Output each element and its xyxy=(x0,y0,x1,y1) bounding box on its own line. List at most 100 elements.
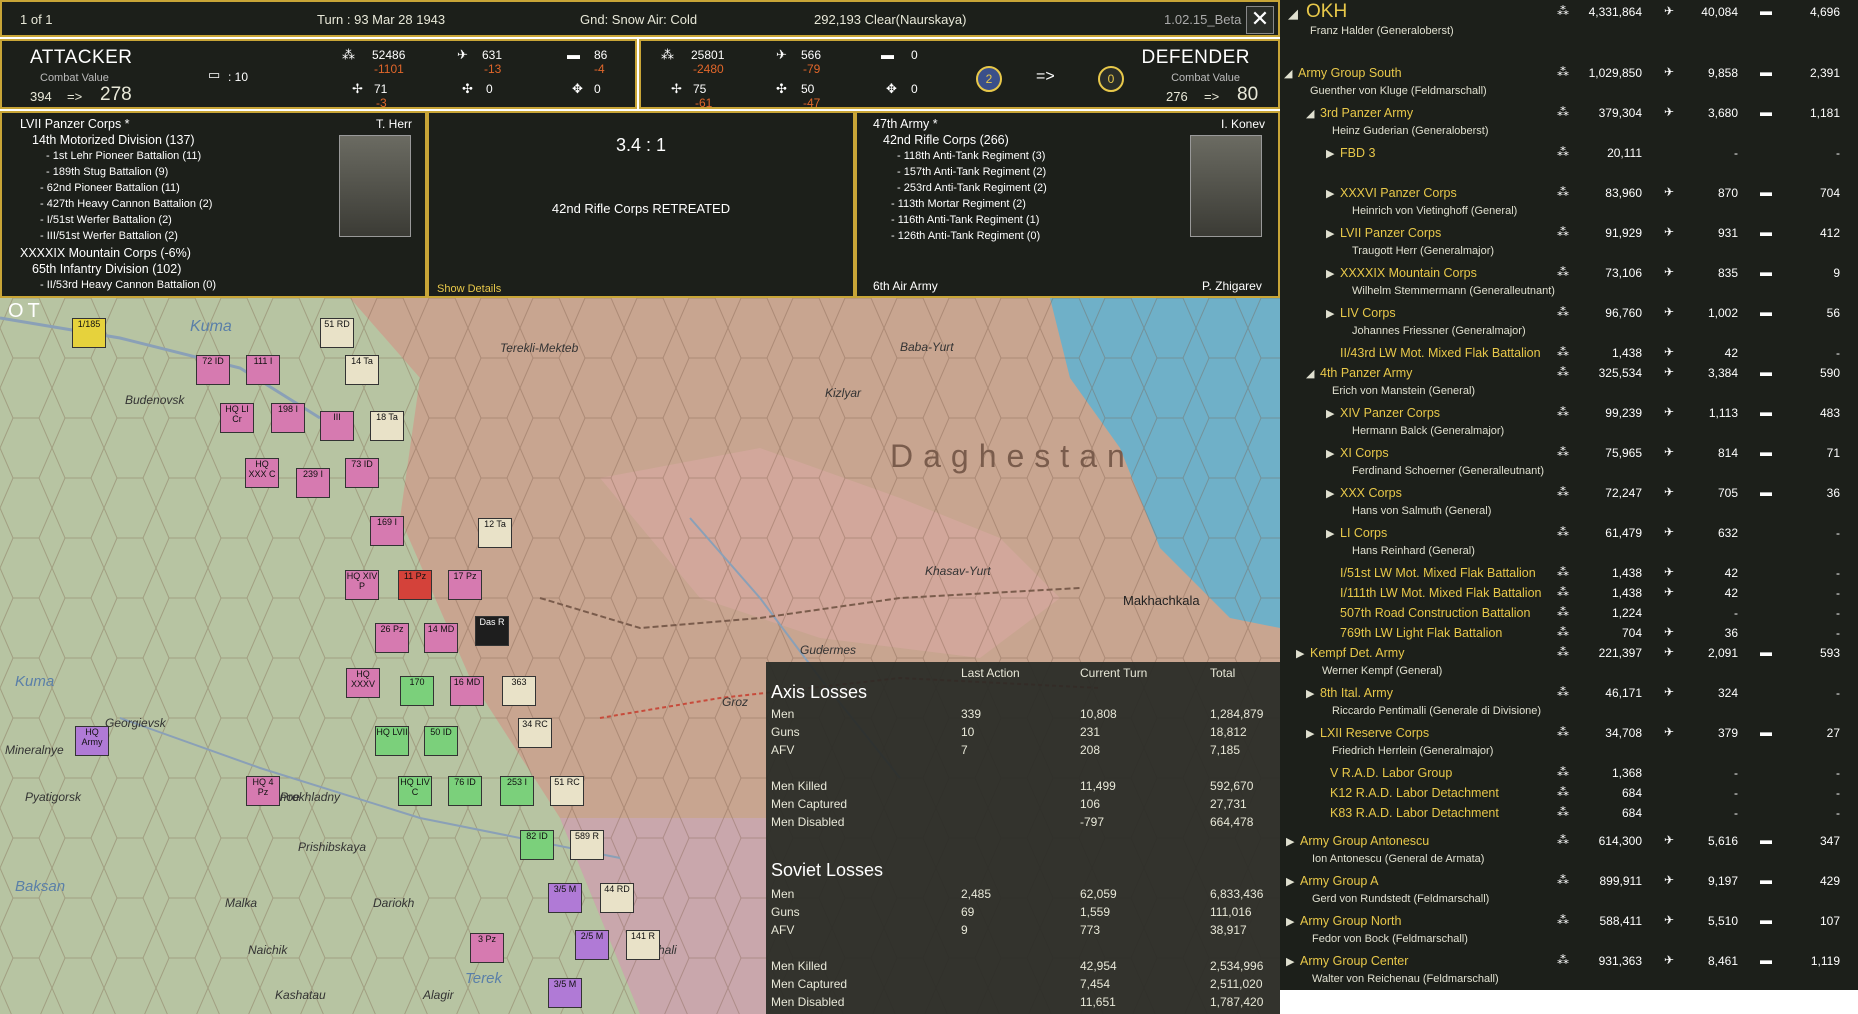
oob-unit-name[interactable]: 3rd Panzer Army xyxy=(1320,106,1413,120)
expand-icon[interactable]: ▶ xyxy=(1326,407,1334,420)
unit-counter[interactable]: 51 RD xyxy=(320,318,354,348)
attacker-unit-line[interactable]: - I/51st Werfer Battalion (2) xyxy=(40,214,172,226)
oob-unit-name[interactable]: I/111th LW Mot. Mixed Flak Battalion xyxy=(1340,586,1541,600)
oob-unit-name[interactable]: XXXVI Panzer Corps xyxy=(1340,186,1457,200)
defender-unit-line[interactable]: - 126th Anti-Tank Regiment (0) xyxy=(891,230,1040,242)
oob-unit-name[interactable]: 8th Ital. Army xyxy=(1320,686,1393,700)
unit-counter[interactable]: 14 Ta xyxy=(345,355,379,385)
attacker-unit-line[interactable]: 14th Motorized Division (137) xyxy=(32,133,195,147)
unit-counter[interactable]: 76 ID xyxy=(448,776,482,806)
expand-icon[interactable]: ▶ xyxy=(1326,307,1334,320)
unit-counter[interactable]: III xyxy=(320,411,354,441)
oob-unit-name[interactable]: LVII Panzer Corps xyxy=(1340,226,1441,240)
oob-unit-name[interactable]: K83 R.A.D. Labor Detachment xyxy=(1330,806,1499,820)
oob-unit-name[interactable]: 4th Panzer Army xyxy=(1320,366,1412,380)
attacker-unit-line[interactable]: - 427th Heavy Cannon Battalion (2) xyxy=(40,198,212,210)
expand-icon[interactable]: ▶ xyxy=(1326,487,1334,500)
unit-counter[interactable]: HQ Army xyxy=(75,726,109,756)
collapse-icon[interactable]: ◢ xyxy=(1288,6,1298,22)
unit-counter[interactable]: 34 RC xyxy=(518,718,552,748)
oob-unit-name[interactable]: II/43rd LW Mot. Mixed Flak Battalion xyxy=(1340,346,1541,360)
unit-counter[interactable]: 3/5 M xyxy=(548,883,582,913)
unit-counter[interactable]: 44 RD xyxy=(600,883,634,913)
collapse-icon[interactable]: ◢ xyxy=(1284,67,1292,80)
defender-unit-line[interactable]: - 118th Anti-Tank Regiment (3) xyxy=(897,150,1045,162)
unit-counter[interactable]: 141 R xyxy=(626,930,660,960)
unit-counter[interactable]: 363 xyxy=(502,676,536,706)
unit-counter[interactable]: 17 Pz xyxy=(448,570,482,600)
expand-icon[interactable]: ▶ xyxy=(1326,527,1334,540)
attacker-unit-line[interactable]: - III/51st Werfer Battalion (2) xyxy=(40,230,178,242)
unit-counter[interactable]: 253 I xyxy=(500,776,534,806)
attacker-commander-portrait[interactable] xyxy=(339,135,411,237)
unit-counter[interactable]: HQ LIV C xyxy=(398,776,432,806)
defender-unit-line[interactable]: - 116th Anti-Tank Regiment (1) xyxy=(891,214,1039,226)
close-button[interactable]: ✕ xyxy=(1246,6,1274,34)
collapse-icon[interactable]: ◢ xyxy=(1306,367,1314,380)
expand-icon[interactable]: ▶ xyxy=(1326,227,1334,240)
unit-counter[interactable]: 73 ID xyxy=(345,458,379,488)
expand-icon[interactable]: ▶ xyxy=(1326,267,1334,280)
unit-counter[interactable]: 1/185 xyxy=(72,318,106,348)
attacker-unit-line[interactable]: 65th Infantry Division (102) xyxy=(32,262,181,276)
unit-counter[interactable]: 169 I xyxy=(370,516,404,546)
oob-unit-name[interactable]: K12 R.A.D. Labor Detachment xyxy=(1330,786,1499,800)
unit-counter[interactable]: HQ LI Cr xyxy=(220,403,254,433)
expand-icon[interactable]: ▶ xyxy=(1286,875,1294,888)
attacker-unit-line[interactable]: - 1st Lehr Pioneer Battalion (11) xyxy=(46,150,201,162)
unit-counter[interactable]: 18 Ta xyxy=(370,411,404,441)
oob-unit-name[interactable]: Army Group A xyxy=(1300,874,1379,888)
unit-counter[interactable]: 111 I xyxy=(246,355,280,385)
unit-counter[interactable]: 26 Pz xyxy=(375,623,409,653)
unit-counter[interactable]: 16 MD xyxy=(450,676,484,706)
unit-counter[interactable]: 3/5 M xyxy=(548,978,582,1008)
attacker-unit-line[interactable]: LVII Panzer Corps * xyxy=(20,117,130,131)
expand-icon[interactable]: ▶ xyxy=(1326,147,1334,160)
unit-counter[interactable]: 170 xyxy=(400,676,434,706)
oob-unit-name[interactable]: I/51st LW Mot. Mixed Flak Battalion xyxy=(1340,566,1536,580)
unit-counter[interactable]: 50 ID xyxy=(424,726,458,756)
unit-counter[interactable]: Das R xyxy=(475,616,509,646)
oob-unit-name[interactable]: FBD 3 xyxy=(1340,146,1375,160)
expand-icon[interactable]: ▶ xyxy=(1326,447,1334,460)
oob-unit-name[interactable]: Army Group Antonescu xyxy=(1300,834,1429,848)
oob-unit-name[interactable]: Army Group North xyxy=(1300,914,1401,928)
oob-unit-name[interactable]: Kempf Det. Army xyxy=(1310,646,1404,660)
defender-unit-line[interactable]: - 113th Mortar Regiment (2) xyxy=(891,198,1026,210)
attacker-unit-line[interactable]: - II/53rd Heavy Cannon Battalion (0) xyxy=(40,279,216,291)
attacker-unit-line[interactable]: XXXXIX Mountain Corps (-6%) xyxy=(20,246,191,260)
oob-unit-name[interactable]: Army Group South xyxy=(1298,66,1402,80)
expand-icon[interactable]: ▶ xyxy=(1286,835,1294,848)
unit-counter[interactable]: 239 I xyxy=(296,468,330,498)
unit-counter[interactable]: 12 Ta xyxy=(478,518,512,548)
expand-icon[interactable]: ▶ xyxy=(1306,727,1314,740)
unit-counter[interactable]: HQ LVII xyxy=(375,726,409,756)
oob-unit-name[interactable]: XXXXIX Mountain Corps xyxy=(1340,266,1477,280)
attacker-unit-line[interactable]: - 62nd Pioneer Battalion (11) xyxy=(40,182,180,194)
unit-counter[interactable]: 14 MD xyxy=(424,623,458,653)
unit-counter[interactable]: 2/5 M xyxy=(575,930,609,960)
unit-counter[interactable]: HQ 4 Pz xyxy=(246,776,280,806)
oob-unit-name[interactable]: 507th Road Construction Battalion xyxy=(1340,606,1530,620)
oob-unit-name[interactable]: 769th LW Light Flak Battalion xyxy=(1340,626,1502,640)
unit-counter[interactable]: 11 Pz xyxy=(398,570,432,600)
defender-commander-portrait[interactable] xyxy=(1190,135,1262,237)
unit-counter[interactable]: 3 Pz xyxy=(470,933,504,963)
expand-icon[interactable]: ▶ xyxy=(1296,647,1304,660)
defender-unit-line[interactable]: - 253rd Anti-Tank Regiment (2) xyxy=(897,182,1047,194)
expand-icon[interactable]: ▶ xyxy=(1306,687,1314,700)
expand-icon[interactable]: ▶ xyxy=(1326,187,1334,200)
oob-unit-name[interactable]: XI Corps xyxy=(1340,446,1389,460)
expand-icon[interactable]: ▶ xyxy=(1286,915,1294,928)
oob-unit-name[interactable]: V R.A.D. Labor Group xyxy=(1330,766,1452,780)
oob-title[interactable]: OKH xyxy=(1306,1,1347,23)
unit-counter[interactable]: HQ XIV P xyxy=(345,570,379,600)
oob-unit-name[interactable]: XXX Corps xyxy=(1340,486,1402,500)
defender-unit-line[interactable]: - 157th Anti-Tank Regiment (2) xyxy=(897,166,1046,178)
unit-counter[interactable]: 72 ID xyxy=(196,355,230,385)
unit-counter[interactable]: 82 ID xyxy=(520,830,554,860)
oob-unit-name[interactable]: LIV Corps xyxy=(1340,306,1396,320)
oob-unit-name[interactable]: LI Corps xyxy=(1340,526,1387,540)
unit-counter[interactable]: HQ XXX C xyxy=(245,458,279,488)
unit-counter[interactable]: 51 RC xyxy=(550,776,584,806)
